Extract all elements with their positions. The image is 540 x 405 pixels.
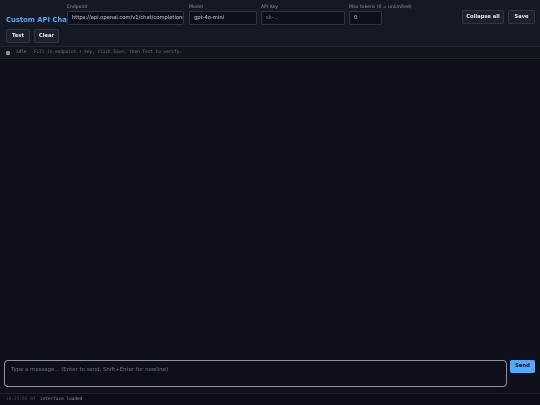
log-timestamp: 18:25:50 AM xyxy=(6,397,36,402)
status-state: idle xyxy=(16,50,27,55)
max-tokens-input[interactable]: 0 xyxy=(349,11,382,25)
status-bar: idle Fill in endpoint + key, click Save,… xyxy=(0,46,540,59)
model-label: Model xyxy=(189,5,203,10)
log-bar: 18:25:50 AM interface loaded xyxy=(0,393,540,405)
status-indicator-icon xyxy=(6,51,10,55)
send-button[interactable]: Send xyxy=(510,360,535,373)
api-key-label: API Key xyxy=(261,5,279,10)
endpoint-label: Endpoint xyxy=(67,5,88,10)
api-key-input[interactable]: sk-... xyxy=(261,11,345,25)
chat-messages-area[interactable] xyxy=(0,59,540,355)
max-tokens-label: Max tokens (0 = unlimited) xyxy=(349,5,412,10)
status-hint: Fill in endpoint + key, click Save, then… xyxy=(34,50,183,55)
message-input[interactable] xyxy=(4,360,507,387)
save-button[interactable]: Save xyxy=(508,10,535,24)
collapse-all-button[interactable]: Collapse all xyxy=(462,10,504,24)
composer: Send xyxy=(0,355,540,393)
clear-button[interactable]: Clear xyxy=(34,29,59,43)
app-title: Custom API Chat xyxy=(6,16,71,24)
model-input[interactable]: gpt-4o-mini xyxy=(189,11,257,25)
log-message: interface loaded xyxy=(40,397,83,402)
endpoint-input[interactable]: https://api.openai.com/v1/chat/completio… xyxy=(67,11,184,25)
top-toolbar: Custom API Chat Endpoint https://api.ope… xyxy=(0,0,540,46)
test-button[interactable]: Test xyxy=(6,29,30,43)
